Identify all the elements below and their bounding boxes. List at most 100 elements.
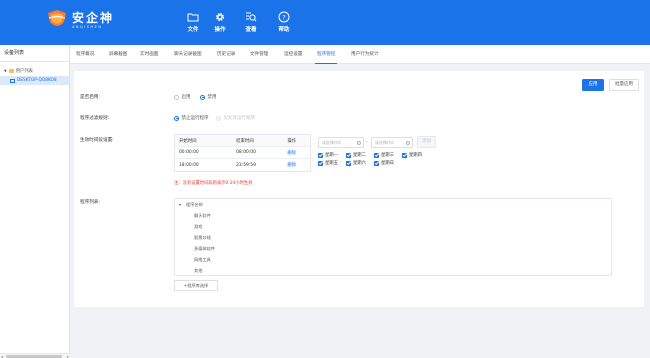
tab-chat-screenshot[interactable]: 聊天记录截图 (174, 45, 202, 64)
program-category[interactable]: 其他 (194, 268, 202, 274)
weekday-label: 星期六 (353, 161, 366, 166)
col-action: 操作 (287, 138, 297, 144)
checkbox-checked-icon (346, 160, 351, 166)
apply-button[interactable]: 应用 (582, 79, 604, 91)
radio-dot (174, 94, 179, 100)
weekday-wed[interactable]: 星期三 (374, 152, 394, 158)
weekday-mon[interactable]: 星期一 (318, 152, 338, 158)
logo: 安企神 ANQISHEN (46, 9, 114, 31)
folder-icon (187, 13, 199, 22)
weekday-sun[interactable]: 星期日 (374, 160, 394, 166)
filter-radio-allow-only[interactable]: 仅允许运行程序 (216, 115, 255, 121)
nav-help[interactable]: ? 帮助 (271, 11, 297, 33)
tab-program-overview[interactable]: 程序概况 (76, 45, 94, 64)
radio-dot (174, 115, 179, 121)
schedule-note: 注：没有设置时间段则表示0-24小时生效 (174, 181, 253, 186)
scroll-right-icon[interactable]: ▸ (67, 354, 69, 358)
add-time-button[interactable]: 添加 (417, 136, 436, 148)
tab-live-view[interactable]: 实时画面 (140, 45, 158, 64)
caret-down-icon[interactable]: ▾ (179, 202, 181, 207)
tab-user-behavior[interactable]: 用户行为统计 (351, 45, 379, 64)
tab-history[interactable]: 历史记录 (217, 45, 235, 64)
start-time-input[interactable]: 请选择时间 (318, 137, 364, 148)
time-separator: - (366, 139, 368, 145)
device-panel: 设备列表 ▼ 用户列表 DESKTOP-QO8KO8 ◂ ▸ (0, 45, 70, 358)
batch-apply-button[interactable]: 批量应用 (609, 79, 639, 91)
enable-radio-on[interactable]: 启用 (174, 94, 191, 100)
nav-operate[interactable]: 操作 (207, 11, 233, 33)
horizontal-scrollbar[interactable]: ◂ ▸ (0, 353, 70, 358)
svg-text:?: ? (282, 13, 285, 21)
table-row: 00:00:00 08:00:00 删除 (175, 147, 310, 159)
tab-file-management[interactable]: 文件管理 (250, 45, 268, 64)
radio-dot (200, 94, 205, 100)
tab-bar: 程序概况 屏幕截图 实时画面 聊天记录截图 历史记录 文件管理 运控设置 程序管… (70, 45, 650, 64)
cell-start: 18:00:00 (179, 162, 199, 168)
weekday-label: 星期一 (325, 153, 338, 158)
tree-node-user-list[interactable]: ▼ 用户列表 (0, 66, 69, 75)
computer-icon (10, 78, 15, 83)
weekday-label: 星期四 (409, 153, 422, 158)
weekday-label: 星期三 (381, 153, 394, 158)
delete-link[interactable]: 删除 (283, 162, 310, 168)
program-category[interactable]: 多媒体软件 (194, 246, 215, 252)
weekday-tue[interactable]: 星期二 (346, 152, 366, 158)
shield-logo-icon (48, 10, 66, 26)
cell-end: 08:00:00 (236, 150, 256, 155)
select-from-library-button[interactable]: +程序库选择 (174, 280, 218, 291)
delete-link[interactable]: 删除 (283, 150, 310, 156)
clock-icon (357, 141, 361, 145)
tab-program-control[interactable]: 程序管控 (314, 45, 338, 64)
program-list-label: 程序列表: (80, 200, 100, 205)
radio-label: 启用 (181, 95, 191, 100)
end-time-input[interactable]: 请选择时间 (371, 137, 413, 148)
weekday-label: 星期日 (381, 161, 394, 166)
program-category[interactable]: 网络工具 (194, 257, 211, 263)
settings-card: 应用 批量应用 是否启用: 启用 禁用 程序过滤规则: 禁止运行程序 仅允许运行… (74, 71, 644, 307)
nav-view[interactable]: 查看 (238, 11, 264, 33)
tab-screenshot[interactable]: 屏幕截图 (109, 45, 127, 64)
program-tree: ▾ 程序名称 聊天软件 游戏 股票炒线 多媒体软件 网络工具 其他 (174, 198, 612, 276)
weekday-fri[interactable]: 星期五 (318, 160, 338, 166)
radio-label: 禁用 (207, 95, 217, 100)
col-end: 结束时间 (236, 138, 254, 144)
radio-dot (216, 115, 221, 121)
tree-node-device[interactable]: DESKTOP-QO8KO8 (0, 76, 69, 85)
help-icon: ? (278, 11, 290, 23)
weekday-label: 星期二 (353, 153, 366, 158)
filter-rule-label: 程序过滤规则: (80, 116, 110, 121)
nav-file[interactable]: 文件 (180, 11, 206, 33)
clock-icon (406, 141, 410, 145)
nav-file-label: 文件 (187, 27, 199, 33)
col-start: 开始时间 (179, 138, 197, 144)
device-panel-title: 设备列表 (0, 45, 69, 62)
top-header: 安企神 ANQISHEN 文件 操作 查看 ? 帮助 (0, 0, 650, 45)
caret-down-icon[interactable]: ▼ (4, 69, 7, 73)
checkbox-checked-icon (374, 152, 379, 158)
checkbox-checked-icon (374, 160, 379, 166)
enable-label: 是否启用: (80, 95, 100, 100)
radio-label: 禁止运行程序 (181, 116, 209, 121)
program-category[interactable]: 股票炒线 (194, 235, 211, 241)
enable-radio-off[interactable]: 禁用 (200, 94, 217, 100)
nav-operate-label: 操作 (214, 27, 226, 33)
end-time-placeholder: 请选择时间 (375, 140, 394, 145)
gear-icon (215, 12, 225, 22)
tree-node-label: DESKTOP-QO8KO8 (17, 78, 57, 83)
checkbox-checked-icon (318, 152, 323, 158)
program-tree-root[interactable]: 程序名称 (186, 202, 203, 208)
program-category[interactable]: 游戏 (194, 224, 202, 230)
table-row: 18:00:00 23:59:59 删除 (175, 159, 310, 171)
filter-radio-block[interactable]: 禁止运行程序 (174, 115, 209, 121)
checkbox-checked-icon (318, 160, 323, 166)
folder-icon (8, 68, 14, 73)
scroll-left-icon[interactable]: ◂ (1, 354, 3, 358)
logo-subtitle: ANQISHEN (72, 24, 103, 29)
weekday-label: 星期五 (325, 161, 338, 166)
program-category[interactable]: 聊天软件 (194, 213, 211, 219)
tab-control-settings[interactable]: 运控设置 (284, 45, 302, 64)
weekday-thu[interactable]: 星期四 (402, 152, 422, 158)
tree-node-label: 用户列表 (15, 68, 33, 74)
schedule-table: 开始时间 结束时间 操作 00:00:00 08:00:00 删除 18:00:… (174, 134, 311, 172)
weekday-sat[interactable]: 星期六 (346, 160, 366, 166)
